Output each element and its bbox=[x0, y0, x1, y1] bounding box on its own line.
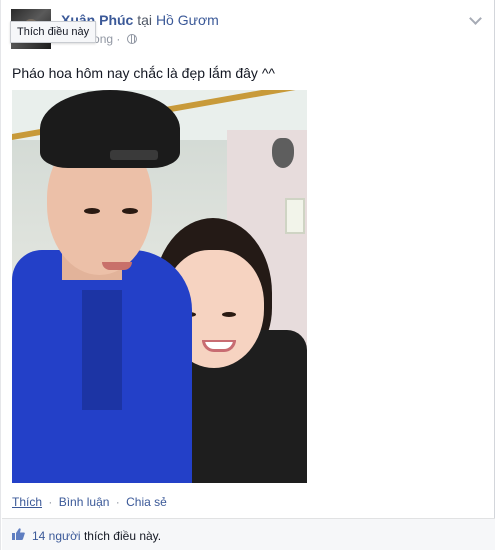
place-link[interactable]: Hồ Gươm bbox=[156, 12, 219, 28]
globe-icon[interactable] bbox=[126, 34, 137, 44]
like-link[interactable]: Thích bbox=[12, 495, 42, 509]
likes-summary-bar: 14 người thích điều này. bbox=[2, 518, 495, 550]
photo-man-eye bbox=[84, 208, 100, 214]
photo-wall-frame bbox=[285, 198, 305, 234]
at-word: tại bbox=[137, 12, 153, 28]
thumbs-up-icon bbox=[12, 528, 25, 540]
likes-rest-text: thích điều này. bbox=[83, 529, 162, 543]
post-text: Pháo hoa hôm nay chắc là đẹp lắm đây ^^ bbox=[12, 65, 275, 81]
photo-man-shirt bbox=[12, 250, 192, 483]
comment-link[interactable]: Bình luận bbox=[59, 495, 110, 509]
photo-woman-eye bbox=[222, 312, 236, 317]
action-separator: · bbox=[115, 495, 120, 509]
meta-separator: · bbox=[116, 32, 121, 46]
post-photo[interactable] bbox=[12, 90, 307, 483]
post-actions: Thích · Bình luận · Chia sẻ bbox=[12, 495, 167, 509]
photo-cap-strap bbox=[110, 150, 158, 160]
photo-man-mouth bbox=[102, 262, 132, 270]
chevron-down-icon[interactable] bbox=[469, 12, 482, 25]
likes-summary-text: 14 người thích điều này. bbox=[32, 529, 161, 543]
share-link[interactable]: Chia sẻ bbox=[126, 495, 167, 509]
action-separator: · bbox=[48, 495, 53, 509]
news-feed-post: Xuân Phúc tại Hồ Gươm Vừa xong · Thích đ… bbox=[0, 0, 495, 550]
like-tooltip: Thích điều này bbox=[10, 21, 97, 43]
likes-count-link[interactable]: 14 người bbox=[32, 529, 81, 543]
photo-wall-lamp bbox=[272, 138, 294, 168]
photo-man-eye bbox=[122, 208, 138, 214]
